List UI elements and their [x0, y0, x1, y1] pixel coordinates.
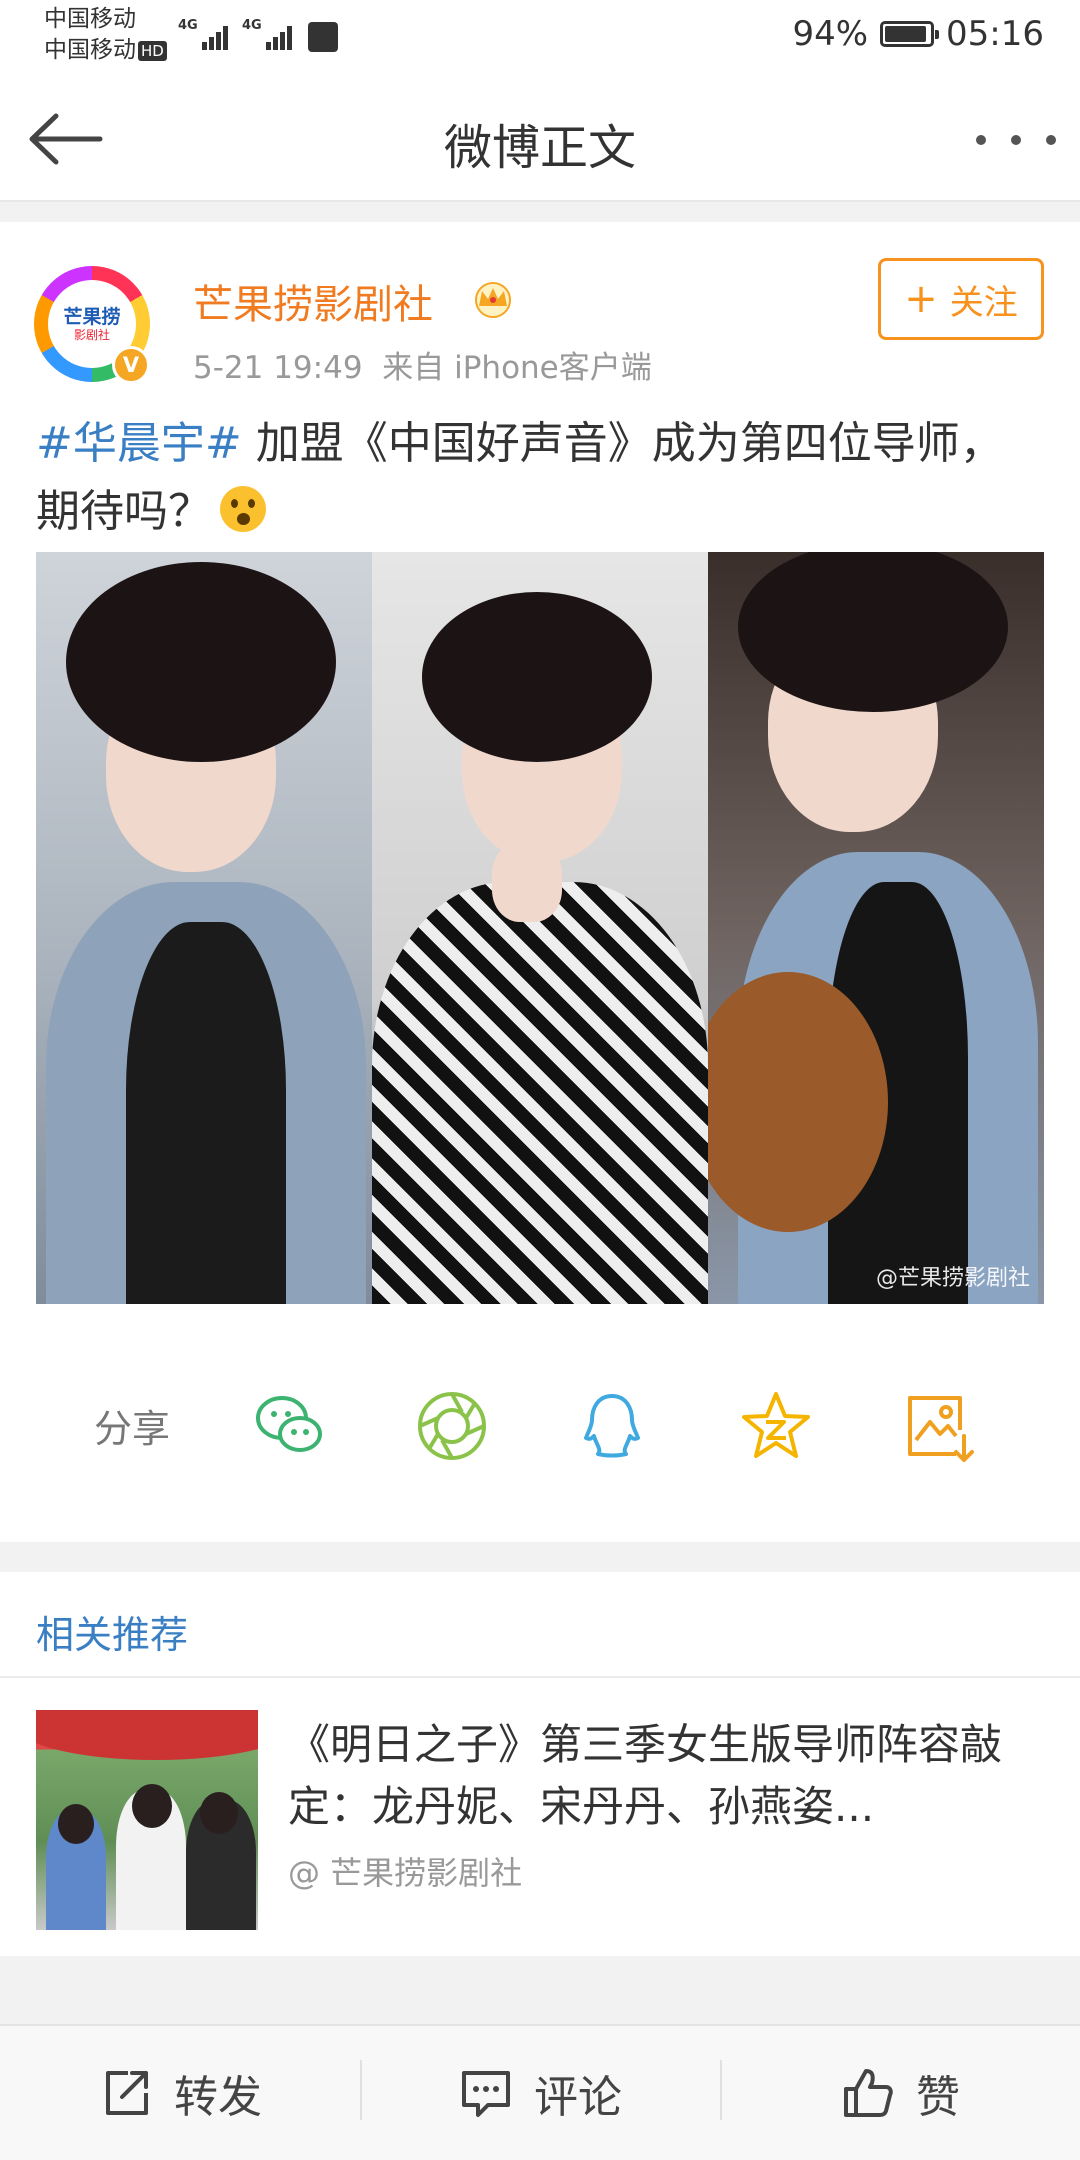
photo-collage[interactable]: @芒果捞影剧社 [36, 552, 1044, 1304]
repost-icon [106, 2071, 148, 2115]
follow-label: 关注 [949, 282, 1018, 323]
bottom-action-bar: 转发 评论 赞 [0, 2024, 1080, 2160]
page-title: 微博正文 [443, 120, 636, 176]
photo-2[interactable] [372, 552, 708, 1304]
post-meta: 5-21 19:49 来自 iPhone客户端 [193, 342, 652, 387]
related-section: 相关推荐 《明日之子》第三季女生版导师阵容敲定：龙丹妮、宋丹丹、孙燕姿... @… [0, 1572, 1080, 1956]
related-item-title[interactable]: 《明日之子》第三季女生版导师阵容敲定：龙丹妮、宋丹丹、孙燕姿... [288, 1714, 1048, 1838]
related-item-source[interactable]: @ 芒果捞影剧社 [288, 1848, 522, 1894]
save-image-icon[interactable] [898, 1386, 978, 1466]
plus-icon: + [904, 276, 938, 322]
more-dots-icon [976, 135, 986, 145]
like-label: 赞 [916, 2072, 960, 2123]
clock: 05:16 [946, 14, 1044, 54]
photo-1[interactable] [36, 552, 372, 1304]
repost-button[interactable]: 转发 [0, 2026, 360, 2160]
image-watermark: @芒果捞影剧社 [875, 1266, 1030, 1291]
notification-icon [308, 22, 338, 52]
battery-percent: 94% [792, 14, 869, 54]
like-button[interactable]: 赞 [720, 2026, 1080, 2160]
carrier-info: 中国移动 中国移动 HD [44, 4, 167, 66]
author-name[interactable]: 芒果捞影剧社 [193, 272, 433, 330]
verified-badge-icon: V [112, 346, 150, 384]
divider [0, 1676, 1080, 1678]
topic-link[interactable]: #华晨宇# [36, 418, 242, 469]
post-source: 来自 iPhone客户端 [382, 350, 652, 386]
status-bar: 中国移动 中国移动 HD 4G 4G 94% 05:16 [0, 0, 1080, 74]
related-thumbnail[interactable] [36, 1710, 258, 1930]
battery-icon [880, 21, 940, 47]
crown-icon [475, 282, 511, 318]
comment-button[interactable]: 评论 [360, 2026, 720, 2160]
share-row: 分享 [0, 1362, 1080, 1492]
comment-label: 评论 [534, 2072, 622, 2123]
post-text: #华晨宇# 加盟《中国好声音》成为第四位导师，期待吗？ [36, 410, 1046, 546]
follow-button[interactable]: + 关注 [878, 258, 1044, 340]
comment-icon [462, 2071, 510, 2117]
thumbs-up-icon [844, 2069, 893, 2117]
share-label: 分享 [94, 1407, 171, 1451]
post-card: 芒果捞 影剧社 V 芒果捞影剧社 5-21 19:49 来自 iPhone客户端… [0, 222, 1080, 1542]
hd-badge: HD [138, 40, 167, 61]
repost-label: 转发 [174, 2072, 262, 2123]
moments-icon[interactable] [412, 1386, 492, 1466]
carrier-1: 中国移动 [44, 6, 136, 32]
related-title: 相关推荐 [36, 1613, 189, 1657]
qzone-star-icon[interactable] [736, 1386, 816, 1466]
qq-icon[interactable] [572, 1386, 652, 1466]
photo-3[interactable]: @芒果捞影剧社 [708, 552, 1044, 1304]
surprised-emoji-icon [220, 486, 266, 532]
nav-bar: 微博正文 [0, 74, 1080, 202]
wechat-icon[interactable] [250, 1386, 330, 1466]
carrier-2: 中国移动 [44, 37, 136, 63]
post-time: 5-21 19:49 [193, 350, 363, 386]
more-button[interactable] [976, 110, 1056, 170]
